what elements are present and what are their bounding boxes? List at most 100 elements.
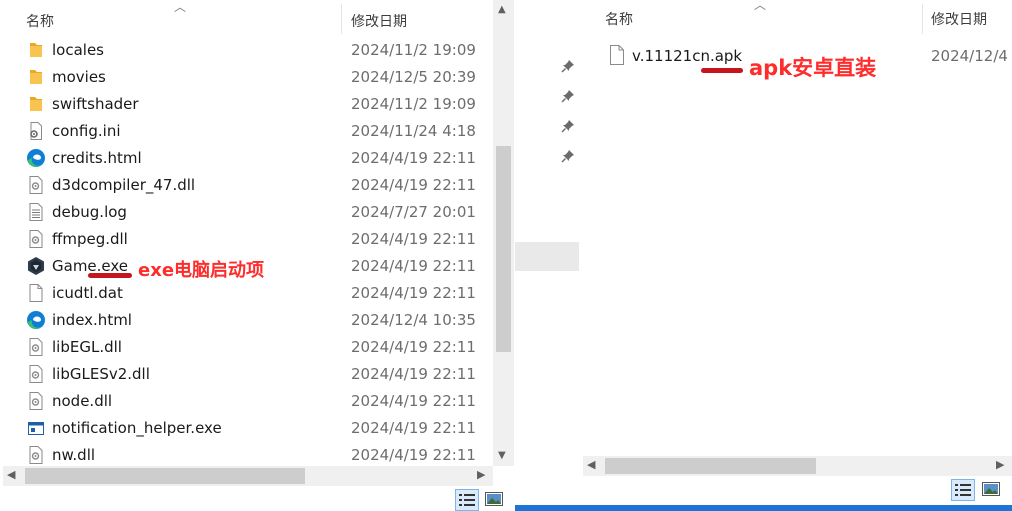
vertical-scrollbar[interactable]: ▲ ▼ — [493, 0, 514, 466]
file-name: icudtl.dat — [52, 284, 123, 302]
file-date-modified: 2024/4/19 22:11 — [351, 284, 476, 302]
file-name: index.html — [52, 311, 132, 329]
dll-file-icon — [26, 391, 46, 411]
list-item[interactable]: index.html 2024/12/4 10:35 — [0, 306, 493, 333]
column-header-name[interactable]: 名称 — [26, 11, 54, 31]
file-name: movies — [52, 68, 106, 86]
file-name: nw.dll — [52, 446, 96, 464]
right-explorer-window: ︿ 名称 修改日期 v.11121cn.apk 2024/12/4 apk安卓直… — [515, 0, 1012, 511]
scroll-right-icon[interactable]: ▶ — [996, 458, 1004, 471]
pin-icon[interactable] — [561, 118, 575, 133]
large-icons-view-button[interactable] — [980, 479, 1004, 501]
file-list: locales 2024/11/2 19:09 movies 2024/12/5 20… — [0, 36, 493, 466]
column-header-date-modified[interactable]: 修改日期 — [351, 11, 407, 31]
file-date-modified: 2024/4/19 22:11 — [351, 176, 476, 194]
file-name: credits.html — [52, 149, 142, 167]
details-view-icon — [459, 494, 475, 506]
list-item[interactable]: config.ini 2024/11/24 4:18 — [0, 117, 493, 144]
list-item[interactable]: movies 2024/12/5 20:39 — [0, 63, 493, 90]
column-divider[interactable] — [922, 4, 923, 34]
sort-ascending-icon[interactable]: ︿ — [174, 0, 186, 15]
list-item[interactable]: libGLESv2.dll 2024/4/19 22:11 — [0, 360, 493, 387]
file-date-modified: 2024/11/24 4:18 — [351, 122, 476, 140]
dll-file-icon — [26, 175, 46, 195]
list-item[interactable]: libEGL.dll 2024/4/19 22:11 — [0, 333, 493, 360]
list-item[interactable]: debug.log 2024/7/27 20:01 — [0, 198, 493, 225]
dll-file-icon — [26, 229, 46, 249]
file-name: ffmpeg.dll — [52, 230, 128, 248]
scroll-up-icon[interactable]: ▲ — [498, 4, 506, 15]
settings-file-icon — [26, 121, 46, 141]
edge-browser-icon — [26, 310, 46, 330]
scrollbar-thumb[interactable] — [496, 146, 511, 352]
right-column-header: ︿ 名称 修改日期 — [579, 0, 1012, 38]
details-view-button[interactable] — [455, 489, 479, 511]
game-app-icon — [26, 256, 46, 276]
file-date-modified: 2024/7/27 20:01 — [351, 203, 476, 221]
folder-icon — [26, 94, 46, 114]
pin-icon[interactable] — [561, 58, 575, 73]
scroll-right-icon[interactable]: ▶ — [477, 468, 485, 481]
column-header-name[interactable]: 名称 — [605, 9, 633, 29]
list-item[interactable]: ffmpeg.dll 2024/4/19 22:11 — [0, 225, 493, 252]
file-date-modified: 2024/4/19 22:11 — [351, 338, 476, 356]
pin-icon[interactable] — [561, 148, 575, 163]
list-item[interactable]: node.dll 2024/4/19 22:11 — [0, 387, 493, 414]
list-item[interactable]: nw.dll 2024/4/19 22:11 — [0, 441, 493, 466]
file-date-modified: 2024/12/4 — [931, 47, 1008, 65]
file-name: debug.log — [52, 203, 127, 221]
column-header-date-modified[interactable]: 修改日期 — [931, 9, 987, 29]
file-date-modified: 2024/4/19 22:11 — [351, 419, 476, 437]
details-view-button[interactable] — [951, 479, 975, 501]
file-name: node.dll — [52, 392, 113, 410]
list-item[interactable]: credits.html 2024/4/19 22:11 — [0, 144, 493, 171]
column-divider[interactable] — [341, 4, 342, 34]
file-name: d3dcompiler_47.dll — [52, 176, 196, 194]
scrollbar-thumb[interactable] — [605, 458, 816, 474]
scroll-down-icon[interactable]: ▼ — [498, 450, 506, 461]
file-name: swiftshader — [52, 95, 139, 113]
file-name: notification_helper.exe — [52, 419, 222, 437]
pin-icon[interactable] — [561, 88, 575, 103]
scroll-left-icon[interactable]: ◀ — [7, 468, 15, 481]
scrollbar-thumb[interactable] — [25, 468, 305, 484]
annotation-apk-install: apk安卓直装 — [749, 56, 877, 80]
list-item[interactable]: notification_helper.exe 2024/4/19 22:11 — [0, 414, 493, 441]
file-date-modified: 2024/11/2 19:09 — [351, 41, 476, 59]
file-name: v.11121cn.apk — [632, 47, 743, 65]
blank-file-icon — [26, 283, 46, 303]
large-icons-view-icon — [982, 482, 1000, 496]
annotation-underline — [701, 68, 743, 73]
large-icons-view-button[interactable] — [483, 489, 507, 511]
nav-selected-item[interactable] — [515, 242, 579, 271]
edge-browser-icon — [26, 148, 46, 168]
file-name: config.ini — [52, 122, 121, 140]
scroll-left-icon[interactable]: ◀ — [587, 458, 595, 471]
list-item[interactable]: swiftshader 2024/11/2 19:09 — [0, 90, 493, 117]
file-date-modified: 2024/12/5 20:39 — [351, 68, 476, 86]
file-date-modified: 2024/4/19 22:11 — [351, 230, 476, 248]
horizontal-scrollbar[interactable]: ◀ ▶ — [583, 456, 1012, 476]
list-item[interactable]: locales 2024/11/2 19:09 — [0, 36, 493, 63]
file-name: libEGL.dll — [52, 338, 122, 356]
app-window-icon — [26, 418, 46, 438]
file-date-modified: 2024/4/19 22:11 — [351, 392, 476, 410]
file-date-modified: 2024/4/19 22:11 — [351, 446, 476, 464]
folder-icon — [26, 40, 46, 60]
annotation-underline — [88, 273, 132, 278]
dll-file-icon — [26, 364, 46, 384]
file-date-modified: 2024/4/19 22:11 — [351, 149, 476, 167]
file-name: locales — [52, 41, 104, 59]
left-explorer-window: ︿ 名称 修改日期 locales 2024/11/2 19:09 movies 20… — [0, 0, 515, 511]
details-view-icon — [955, 484, 971, 496]
window-edge — [515, 505, 1012, 511]
file-name: libGLESv2.dll — [52, 365, 150, 383]
annotation-exe-launcher: exe电脑启动项 — [138, 260, 265, 281]
horizontal-scrollbar[interactable]: ◀ ▶ — [3, 466, 493, 486]
sort-ascending-icon[interactable]: ︿ — [754, 0, 766, 13]
list-item[interactable]: icudtl.dat 2024/4/19 22:11 — [0, 279, 493, 306]
file-date-modified: 2024/12/4 10:35 — [351, 311, 476, 329]
navigation-pane — [515, 0, 579, 511]
dll-file-icon — [26, 337, 46, 357]
list-item[interactable]: d3dcompiler_47.dll 2024/4/19 22:11 — [0, 171, 493, 198]
